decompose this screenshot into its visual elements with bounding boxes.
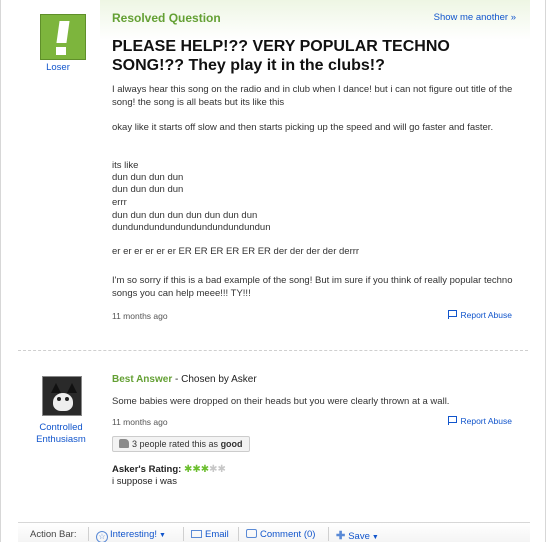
- page-frame: [0, 0, 546, 542]
- email-button[interactable]: Email: [191, 529, 229, 540]
- comment-icon: [246, 529, 257, 538]
- best-answer-text: Some babies were dropped on their heads …: [112, 396, 450, 407]
- rated-value: good: [220, 439, 243, 449]
- star-empty-icon: ✱: [209, 464, 218, 475]
- question-line-er: er er er er er er ER ER ER ER ER ER der …: [112, 246, 360, 257]
- question-line-dun-3: dun dun dun dun dun dun dun dun: [112, 210, 258, 221]
- question-report-abuse-link[interactable]: Report Abuse: [448, 310, 512, 320]
- chosen-by-label: - Chosen by Asker: [172, 374, 257, 385]
- star-filled-icon: ✱: [200, 464, 210, 475]
- save-button[interactable]: ✚ Save ▼: [336, 529, 379, 542]
- action-bar-separator: [183, 527, 184, 541]
- question-paragraph-1: I always hear this song on the radio and…: [112, 84, 513, 108]
- question-paragraph-apology: I'm so sorry if this is a bad example of…: [112, 275, 513, 299]
- resolved-question-label: Resolved Question: [112, 11, 221, 25]
- action-bar-separator: [88, 527, 89, 541]
- answerer-name-line-1[interactable]: Controlled: [18, 422, 104, 434]
- question-line-dun-1: dun dun dun dun: [112, 172, 184, 183]
- cat-face: [53, 393, 73, 411]
- plus-icon: ✚: [336, 530, 346, 542]
- asker-name-block: Loser: [18, 62, 98, 73]
- thumbs-up-icon: [119, 439, 129, 448]
- report-abuse-label: Report Abuse: [460, 416, 512, 426]
- exclamation-dot: [56, 47, 66, 55]
- exclamation-bar: [56, 21, 70, 43]
- report-abuse-label: Report Abuse: [460, 310, 512, 320]
- comment-button[interactable]: Comment (0): [246, 529, 315, 540]
- flag-icon: [448, 416, 458, 425]
- rating-stars: ✱✱✱✱✱: [184, 464, 226, 475]
- section-divider: [18, 350, 528, 351]
- answerer-name-block[interactable]: Controlled Enthusiasm: [18, 422, 104, 446]
- action-bar-separator: [328, 527, 329, 541]
- question-line-dun-2: dun dun dun dun: [112, 184, 184, 195]
- question-line-dun-4: dundundundundundundundundundun: [112, 222, 271, 233]
- best-answer-label: Best Answer: [112, 374, 173, 385]
- yahoo-answers-logo-avatar[interactable]: [40, 14, 86, 60]
- chevron-down-icon: ▼: [159, 532, 166, 539]
- cat-eye-left: [57, 397, 61, 401]
- cat-eye-right: [65, 397, 69, 401]
- answerer-name-line-2[interactable]: Enthusiasm: [18, 434, 104, 446]
- asker-name-link[interactable]: Loser: [46, 62, 70, 73]
- cat-ear-left: [51, 383, 61, 393]
- interesting-button[interactable]: ☆ Interesting! ▼: [96, 529, 166, 542]
- action-bar: Action Bar: ☆ Interesting! ▼ Email Comment…: [18, 522, 530, 542]
- askers-rating-block: Asker's Rating: ✱✱✱✱✱ i suppose i was: [112, 464, 226, 488]
- envelope-icon: [191, 530, 202, 538]
- chevron-down-icon: ▼: [371, 534, 379, 541]
- cat-ear-right: [67, 383, 77, 393]
- save-label: Save: [348, 531, 370, 542]
- question-line-its-like: its like: [112, 160, 139, 171]
- answer-report-abuse-link[interactable]: Report Abuse: [448, 416, 512, 426]
- answerer-avatar[interactable]: [42, 376, 82, 416]
- star-filled-icon: ✱: [192, 464, 201, 475]
- flag-icon: [448, 310, 458, 319]
- question-paragraph-2: okay like it starts off slow and then st…: [112, 122, 494, 133]
- show-another-link[interactable]: Show me another »: [434, 12, 516, 23]
- action-bar-label: Action Bar:: [30, 529, 77, 540]
- interesting-label: Interesting!: [110, 529, 157, 540]
- comment-label: Comment (0): [260, 529, 316, 540]
- rated-good-button[interactable]: 3 people rated this as good: [112, 436, 250, 452]
- rated-prefix: 3 people rated this as: [132, 439, 221, 449]
- askers-rating-label: Asker's Rating:: [112, 464, 182, 475]
- star-empty-icon: ✱: [217, 464, 226, 475]
- action-bar-separator: [238, 527, 239, 541]
- star-icon: ☆: [96, 531, 108, 542]
- askers-comment: i suppose i was: [112, 476, 177, 487]
- best-answer-header: Best Answer - Chosen by Asker: [112, 374, 257, 385]
- email-label: Email: [205, 529, 229, 540]
- question-title: PLEASE HELP!?? VERY POPULAR TECHNO SONG!…: [112, 38, 450, 74]
- question-line-errr: errr: [112, 197, 127, 208]
